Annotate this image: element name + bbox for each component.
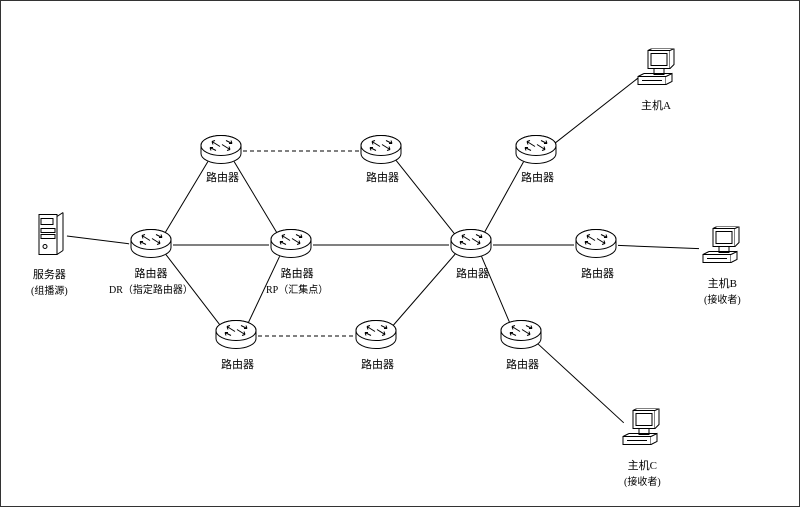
- server-label-text: 服务器: [33, 269, 66, 281]
- router-rp-sublabel: RP（汇集点）: [266, 285, 328, 296]
- router-label-text: 路由器: [456, 268, 489, 280]
- host-c-node: [619, 409, 663, 454]
- router-top2-label: 路由器: [366, 169, 399, 185]
- router-bot2-node: [355, 320, 397, 353]
- router-bot3-node: [500, 320, 542, 353]
- host-b-node: [699, 227, 743, 272]
- router-top1-node: [200, 135, 242, 168]
- router-dr-node: [130, 229, 172, 262]
- server-node: [37, 211, 65, 262]
- router-label-text: 路由器: [581, 268, 614, 280]
- router-top3-node: [515, 135, 557, 168]
- router-dr-label: 路由器 DR（指定路由器）: [109, 265, 193, 296]
- router-right-mid-label: 路由器: [581, 265, 614, 281]
- router-label-text: 路由器: [521, 172, 554, 184]
- host-a-node: [634, 49, 678, 94]
- router-right-mid-node: [575, 229, 617, 262]
- router-top1-label: 路由器: [206, 169, 239, 185]
- server-label: 服务器 (组播源): [31, 266, 68, 297]
- router-label-text: 路由器: [206, 172, 239, 184]
- router-bot2-label: 路由器: [361, 356, 394, 372]
- router-label-text: 路由器: [366, 172, 399, 184]
- router-top2-node: [360, 135, 402, 168]
- host-b-label: 主机B (接收者): [704, 275, 741, 306]
- host-b-sublabel: (接收者): [704, 295, 741, 306]
- router-bot3-label: 路由器: [506, 356, 539, 372]
- router-label-text: 路由器: [361, 359, 394, 371]
- host-label-text: 主机C: [628, 460, 657, 472]
- server-icon: [37, 211, 65, 259]
- router-center-node: [450, 229, 492, 262]
- router-label-text: 路由器: [221, 359, 254, 371]
- router-center-label: 路由器: [456, 265, 489, 281]
- host-label-text: 主机A: [641, 100, 671, 112]
- router-label-text: 路由器: [134, 268, 167, 280]
- server-sublabel: (组播源): [31, 286, 68, 297]
- router-rp-node: [270, 229, 312, 262]
- router-label-text: 路由器: [506, 359, 539, 371]
- host-a-label: 主机A: [641, 97, 671, 113]
- router-rp-label: 路由器 RP（汇集点）: [266, 265, 328, 296]
- router-top3-label: 路由器: [521, 169, 554, 185]
- router-bot1-label: 路由器: [221, 356, 254, 372]
- router-dr-sublabel: DR（指定路由器）: [109, 285, 193, 296]
- host-label-text: 主机B: [708, 278, 737, 290]
- router-label-text: 路由器: [281, 268, 314, 280]
- host-c-sublabel: (接收者): [624, 477, 661, 488]
- host-c-label: 主机C (接收者): [624, 457, 661, 488]
- router-bot1-node: [215, 320, 257, 353]
